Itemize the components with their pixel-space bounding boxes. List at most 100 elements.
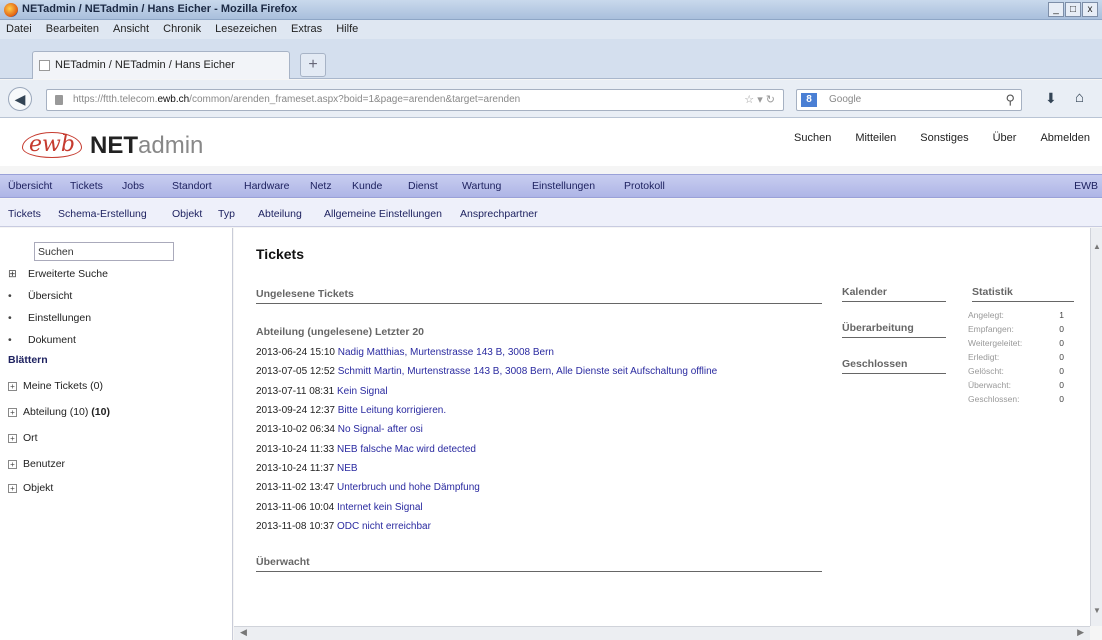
subnav-objekt[interactable]: Objekt bbox=[172, 208, 202, 220]
minimize-button[interactable]: _ bbox=[1048, 2, 1064, 17]
ticket-row[interactable]: 2013-10-24 11:37 NEB bbox=[256, 463, 358, 474]
window-title: NETadmin / NETadmin / Hans Eicher - Mozi… bbox=[22, 3, 298, 15]
browser-tab[interactable]: NETadmin / NETadmin / Hans Eicher bbox=[32, 51, 290, 79]
sidebar-tree-benutzer[interactable]: + Benutzer bbox=[8, 458, 65, 470]
topnav-sonstiges[interactable]: Sonstiges bbox=[908, 132, 980, 144]
mainnav-jobs[interactable]: Jobs bbox=[122, 180, 144, 192]
ticket-date: 2013-06-24 15:10 bbox=[256, 347, 335, 358]
sidebar-item-dokument[interactable]: • Dokument bbox=[8, 334, 76, 346]
subnav-allgemeine-einstellungen[interactable]: Allgemeine Einstellungen bbox=[324, 208, 442, 220]
ticket-date: 2013-10-24 11:33 bbox=[256, 444, 335, 455]
mainnav-hardware[interactable]: Hardware bbox=[244, 180, 290, 192]
ticket-link[interactable]: Bitte Leitung korrigieren. bbox=[338, 405, 446, 416]
search-engine-icon[interactable]: 8 bbox=[801, 93, 817, 107]
menu-chronik[interactable]: Chronik bbox=[157, 20, 206, 35]
ticket-link[interactable]: NEB bbox=[337, 463, 358, 474]
subnav-schema-erstellung[interactable]: Schema-Erstellung bbox=[58, 208, 147, 220]
sidebar-item-uebersicht[interactable]: • Übersicht bbox=[8, 290, 72, 302]
url-bar[interactable]: https://ftth.telecom.ewb.ch/common/arend… bbox=[46, 89, 784, 111]
ticket-link[interactable]: Internet kein Signal bbox=[337, 502, 423, 513]
bookmark-star-icon[interactable]: ☆ ▾ ↻ bbox=[744, 93, 775, 106]
mainnav-wartung[interactable]: Wartung bbox=[462, 180, 501, 192]
mainnav-protokoll[interactable]: Protokoll bbox=[624, 180, 665, 192]
scroll-down-icon[interactable]: ▼ bbox=[1093, 606, 1101, 615]
ticket-link[interactable]: No Signal- after osi bbox=[338, 424, 423, 435]
sidebar-search-input[interactable]: Suchen bbox=[34, 242, 174, 261]
sidebar-tree-abteilung[interactable]: + Abteilung (10) (10) bbox=[8, 406, 110, 418]
close-button[interactable]: x bbox=[1082, 2, 1098, 17]
ticket-link[interactable]: Nadig Matthias, Murtenstrasse 143 B, 300… bbox=[338, 347, 554, 358]
home-icon[interactable]: ⌂ bbox=[1075, 89, 1084, 106]
section-geschlossen[interactable]: Geschlossen bbox=[842, 358, 946, 374]
page-favicon-icon bbox=[39, 60, 50, 71]
app-header: ewb NETadmin Suchen Mitteilen Sonstiges … bbox=[0, 118, 1102, 166]
ticket-row[interactable]: 2013-06-24 15:10 Nadig Matthias, Murtens… bbox=[256, 347, 554, 358]
expand-icon: ⊞ bbox=[8, 268, 17, 280]
sidebar-item-erweiterte-suche[interactable]: ⊞ Erweiterte Suche bbox=[8, 268, 108, 280]
subnav-ansprechpartner[interactable]: Ansprechpartner bbox=[460, 208, 538, 220]
stat-row: Gelöscht: 0 bbox=[968, 366, 1074, 376]
expand-icon[interactable]: + bbox=[8, 484, 17, 493]
menu-extras[interactable]: Extras bbox=[285, 20, 327, 35]
menu-ansicht[interactable]: Ansicht bbox=[107, 20, 154, 35]
ticket-row[interactable]: 2013-11-02 13:47 Unterbruch und hohe Däm… bbox=[256, 482, 480, 493]
scroll-right-icon[interactable]: ▶ bbox=[1077, 627, 1084, 638]
subnav-abteilung[interactable]: Abteilung bbox=[258, 208, 302, 220]
section-kalender[interactable]: Kalender bbox=[842, 286, 946, 302]
ticket-row[interactable]: 2013-11-06 10:04 Internet kein Signal bbox=[256, 502, 423, 513]
search-icon[interactable]: ⚲ bbox=[1005, 92, 1015, 108]
section-ueberarbeitung[interactable]: Überarbeitung bbox=[842, 322, 946, 338]
search-bar[interactable]: 8 Google ⚲ bbox=[796, 89, 1022, 111]
topnav-suchen[interactable]: Suchen bbox=[782, 132, 843, 144]
maximize-button[interactable]: □ bbox=[1065, 2, 1081, 17]
ticket-link[interactable]: Unterbruch und hohe Dämpfung bbox=[337, 482, 480, 493]
mainnav-dienst[interactable]: Dienst bbox=[408, 180, 438, 192]
subnav-typ[interactable]: Typ bbox=[218, 208, 235, 220]
ticket-link[interactable]: NEB falsche Mac wird detected bbox=[337, 444, 476, 455]
menu-datei[interactable]: Datei bbox=[0, 20, 37, 35]
sidebar-section-blaettern: Blättern bbox=[8, 354, 48, 366]
expand-icon[interactable]: + bbox=[8, 408, 17, 417]
ticket-date: 2013-09-24 12:37 bbox=[256, 405, 335, 416]
sidebar-tree-meine-tickets[interactable]: + Meine Tickets (0) bbox=[8, 380, 103, 392]
scroll-up-icon[interactable]: ▲ bbox=[1093, 242, 1101, 251]
tab-strip: NETadmin / NETadmin / Hans Eicher + bbox=[0, 39, 1102, 79]
topnav-abmelden[interactable]: Abmelden bbox=[1028, 132, 1102, 144]
new-tab-button[interactable]: + bbox=[300, 53, 326, 77]
ticket-link[interactable]: Schmitt Martin, Murtenstrasse 143 B, 300… bbox=[338, 366, 717, 377]
topnav-ueber[interactable]: Über bbox=[981, 132, 1029, 144]
ticket-row[interactable]: 2013-07-11 08:31 Kein Signal bbox=[256, 386, 388, 397]
back-button[interactable]: ◀ bbox=[8, 87, 32, 111]
mainnav-standort[interactable]: Standort bbox=[172, 180, 212, 192]
mainnav-tickets[interactable]: Tickets bbox=[70, 180, 103, 192]
download-icon[interactable]: ⬇ bbox=[1045, 90, 1057, 107]
mainnav-netz[interactable]: Netz bbox=[310, 180, 332, 192]
expand-icon[interactable]: + bbox=[8, 434, 17, 443]
mainnav-einstellungen[interactable]: Einstellungen bbox=[532, 180, 595, 192]
mainnav-kunde[interactable]: Kunde bbox=[352, 180, 382, 192]
stat-value: 0 bbox=[1059, 338, 1064, 348]
ticket-row[interactable]: 2013-10-24 11:33 NEB falsche Mac wird de… bbox=[256, 444, 476, 455]
scroll-left-icon[interactable]: ◀ bbox=[240, 627, 247, 638]
menu-hilfe[interactable]: Hilfe bbox=[330, 20, 363, 35]
expand-icon[interactable]: + bbox=[8, 460, 17, 469]
topnav-mitteilen[interactable]: Mitteilen bbox=[843, 132, 908, 144]
ticket-row[interactable]: 2013-11-08 10:37 ODC nicht erreichbar bbox=[256, 521, 431, 532]
ticket-row[interactable]: 2013-07-05 12:52 Schmitt Martin, Murtens… bbox=[256, 366, 717, 377]
ticket-link[interactable]: ODC nicht erreichbar bbox=[337, 521, 431, 532]
ticket-row[interactable]: 2013-10-02 06:34 No Signal- after osi bbox=[256, 424, 423, 435]
expand-icon[interactable]: + bbox=[8, 382, 17, 391]
browser-tab-label: NETadmin / NETadmin / Hans Eicher bbox=[55, 59, 235, 71]
vertical-scrollbar[interactable]: ▲ ▼ bbox=[1090, 228, 1102, 626]
sidebar-tree-ort[interactable]: + Ort bbox=[8, 432, 38, 444]
menu-lesezeichen[interactable]: Lesezeichen bbox=[209, 20, 282, 35]
sidebar-item-einstellungen[interactable]: • Einstellungen bbox=[8, 312, 91, 324]
mainnav-uebersicht[interactable]: Übersicht bbox=[8, 180, 52, 192]
mainnav-ewb[interactable]: EWB bbox=[1074, 180, 1098, 192]
subnav-tickets[interactable]: Tickets bbox=[8, 208, 41, 220]
horizontal-scrollbar[interactable]: ◀ ▶ bbox=[234, 626, 1090, 640]
ticket-row[interactable]: 2013-09-24 12:37 Bitte Leitung korrigier… bbox=[256, 405, 446, 416]
sidebar-tree-objekt[interactable]: + Objekt bbox=[8, 482, 53, 494]
ticket-link[interactable]: Kein Signal bbox=[337, 386, 388, 397]
menu-bearbeiten[interactable]: Bearbeiten bbox=[40, 20, 104, 35]
